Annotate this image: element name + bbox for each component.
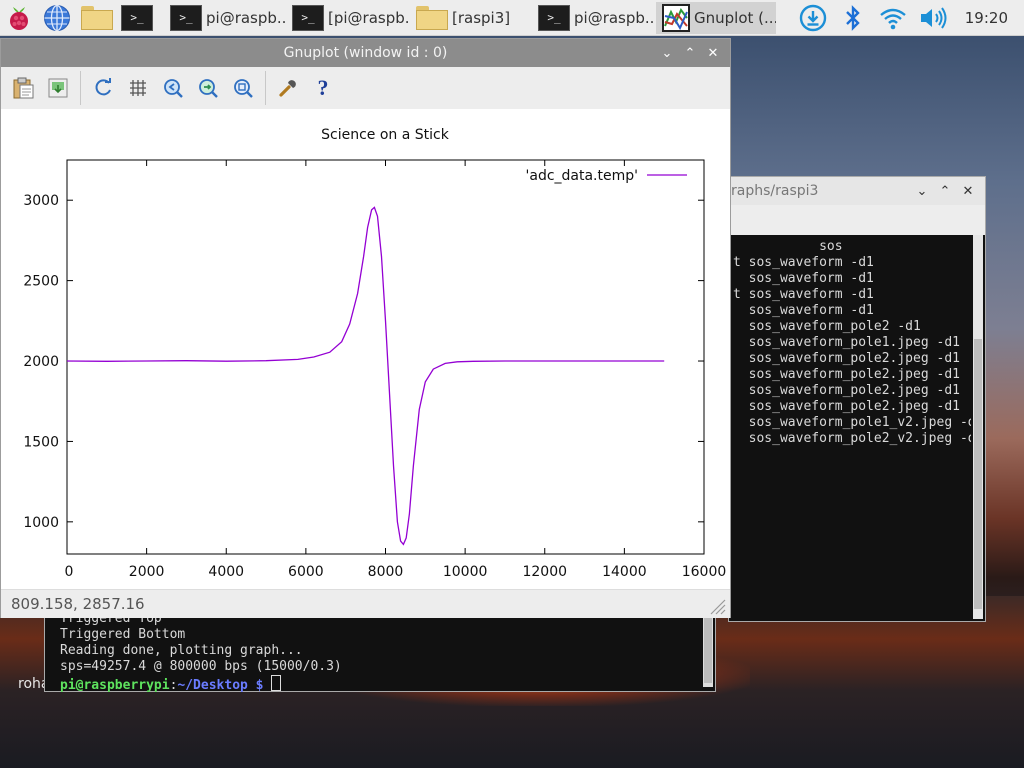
terminal-launcher-icon[interactable]: >_ xyxy=(120,3,154,33)
x-tick-label: 2000 xyxy=(129,564,165,580)
x-tick-label: 16000 xyxy=(682,564,727,580)
y-tick-label: 2500 xyxy=(23,274,59,290)
terminal-window-back[interactable]: raphs/raspi3 ⌄ ⌃ ✕ sos t sos_waveform -d1… xyxy=(728,176,986,622)
window-title: Gnuplot (window id : 0) xyxy=(283,45,448,61)
taskbar-task-folder[interactable]: [raspi3] xyxy=(410,2,532,34)
terminal-line: Triggered Bottom xyxy=(60,627,186,642)
legend-label: 'adc_data.temp' xyxy=(526,168,638,184)
file-manager-folder-icon[interactable] xyxy=(80,3,114,33)
close-icon[interactable]: ✕ xyxy=(959,182,977,200)
window-controls: ⌄ ⌃ ✕ xyxy=(908,177,977,205)
status-bar: 809.158, 2857.16 xyxy=(1,589,730,618)
x-axis: 0 2000 4000 6000 8000 10000 12000 14000 16000 xyxy=(65,160,727,580)
terminal-line: sos_waveform_pole1_v2.jpeg -d xyxy=(733,415,971,430)
terminal-line: sos_waveform_pole2 -d1 xyxy=(733,319,921,334)
title-bar[interactable]: raphs/raspi3 ⌄ ⌃ ✕ xyxy=(729,177,985,206)
y-tick-label: 2000 xyxy=(23,354,59,370)
raspberry-menu-icon[interactable] xyxy=(4,3,34,33)
plot-border xyxy=(66,159,705,555)
terminal-line: sos_waveform_pole1.jpeg -d1 xyxy=(733,335,960,350)
terminal-line: sos_waveform_pole2.jpeg -d1 xyxy=(733,367,960,382)
gnuplot-toolbar: ? xyxy=(1,67,730,110)
terminal-output[interactable]: sos t sos_waveform -d1 sos_waveform -d1 t … xyxy=(733,239,971,619)
terminal-icon: >_ xyxy=(292,4,324,31)
window-controls: ⌄ ⌃ ✕ xyxy=(653,39,722,67)
terminal-line: Reading done, plotting graph... xyxy=(60,643,303,658)
x-tick-label: 12000 xyxy=(522,564,567,580)
window-title: raphs/raspi3 xyxy=(731,183,819,199)
bluetooth-icon[interactable] xyxy=(838,3,868,33)
terminal-line: sos xyxy=(733,239,843,254)
autoscale-zoom-icon[interactable] xyxy=(230,75,256,101)
folder-icon xyxy=(416,5,448,30)
maximize-chevron-icon[interactable]: ⌃ xyxy=(681,44,699,62)
minimize-chevron-icon[interactable]: ⌄ xyxy=(658,44,676,62)
maximize-chevron-icon[interactable]: ⌃ xyxy=(936,182,954,200)
x-tick-label: 10000 xyxy=(443,564,488,580)
taskbar-task-gnuplot[interactable]: Gnuplot (... xyxy=(656,1,776,34)
menu-bar xyxy=(729,205,985,235)
text-cursor xyxy=(271,675,282,691)
toolbar-separator xyxy=(265,71,266,105)
terminal-prompt[interactable]: pi@raspberrypi:~/Desktop $ xyxy=(60,675,342,694)
series-line xyxy=(66,206,665,546)
help-question-icon[interactable]: ? xyxy=(310,75,336,101)
y-tick-label: 1000 xyxy=(23,515,59,531)
update-download-icon[interactable] xyxy=(798,3,828,33)
terminal-line: sos_waveform_pole2.jpeg -d1 xyxy=(733,399,960,414)
x-tick-label: 8000 xyxy=(368,564,404,580)
terminal-line: sos_waveform -d1 xyxy=(733,303,874,318)
terminal-line: sos_waveform_pole2_v2.jpeg -d xyxy=(733,431,971,446)
prompt-user: pi@raspberrypi xyxy=(60,678,170,693)
terminal-line: sos_waveform_pole2.jpeg -d1 xyxy=(733,383,960,398)
terminal-line: t sos_waveform -d1 xyxy=(733,255,874,270)
system-tray: 19:20 xyxy=(793,0,1024,36)
chart-title: Science on a Stick xyxy=(321,127,450,143)
terminal-icon: >_ xyxy=(538,4,570,31)
grid-toggle-icon[interactable] xyxy=(125,75,151,101)
zoom-previous-icon[interactable] xyxy=(160,75,186,101)
scrollbar[interactable] xyxy=(703,607,713,687)
scrollbar[interactable] xyxy=(973,235,983,619)
wifi-icon[interactable] xyxy=(878,3,908,33)
volume-icon[interactable] xyxy=(918,3,948,33)
chart-svg: Science on a Stick 0 2000 4000 6000 8000 1000… xyxy=(23,127,727,580)
settings-wrench-icon[interactable] xyxy=(275,75,301,101)
prompt-path: ~/Desktop $ xyxy=(177,678,264,693)
terminal-output[interactable]: Triggered Top Triggered Bottom Reading don… xyxy=(60,611,342,694)
web-browser-globe-icon[interactable] xyxy=(42,3,72,33)
toolbar-separator xyxy=(80,71,81,105)
taskbar: >_ >_ pi@raspb... >_ [pi@raspb... [raspi… xyxy=(0,0,1024,36)
terminal-line: t sos_waveform -d1 xyxy=(733,287,874,302)
gnuplot-app-icon xyxy=(662,3,690,32)
taskbar-task-terminal-1[interactable]: >_ pi@raspb... xyxy=(164,2,286,34)
taskbar-task-terminal-2[interactable]: >_ [pi@raspb... xyxy=(286,2,410,34)
terminal-icon: >_ xyxy=(170,4,202,31)
terminal-line: sos_waveform -d1 xyxy=(733,271,874,286)
scrollbar-thumb[interactable] xyxy=(704,609,712,683)
x-tick-label: 4000 xyxy=(208,564,244,580)
terminal-line: sos_waveform_pole2.jpeg -d1 xyxy=(733,351,960,366)
mouse-coordinates: 809.158, 2857.16 xyxy=(11,595,145,613)
y-tick-label: 3000 xyxy=(23,193,59,209)
minimize-chevron-icon[interactable]: ⌄ xyxy=(913,182,931,200)
y-axis: 1000 1500 2000 2500 3000 xyxy=(23,193,704,531)
terminal-line: sps=49257.4 @ 800000 bps (15000/0.3) xyxy=(60,659,342,674)
replot-refresh-icon[interactable] xyxy=(90,75,116,101)
plot-canvas[interactable]: Science on a Stick 0 2000 4000 6000 8000 1000… xyxy=(1,109,730,589)
gnuplot-window[interactable]: Gnuplot (window id : 0) ⌄ ⌃ ✕ ? Science … xyxy=(0,38,731,618)
zoom-next-icon[interactable] xyxy=(195,75,221,101)
title-bar[interactable]: Gnuplot (window id : 0) ⌄ ⌃ ✕ xyxy=(1,39,730,67)
x-tick-label: 6000 xyxy=(288,564,324,580)
x-tick-label: 14000 xyxy=(602,564,647,580)
taskbar-clock[interactable]: 19:20 xyxy=(965,9,1008,27)
taskbar-task-terminal-3[interactable]: >_ pi@raspb... xyxy=(532,2,656,34)
resize-grip-icon[interactable] xyxy=(706,595,726,615)
close-icon[interactable]: ✕ xyxy=(704,44,722,62)
y-tick-label: 1500 xyxy=(23,434,59,450)
print-export-icon[interactable] xyxy=(45,75,71,101)
copy-to-clipboard-icon[interactable] xyxy=(10,75,36,101)
x-tick-label: 0 xyxy=(65,564,74,580)
scrollbar-thumb[interactable] xyxy=(974,339,982,609)
